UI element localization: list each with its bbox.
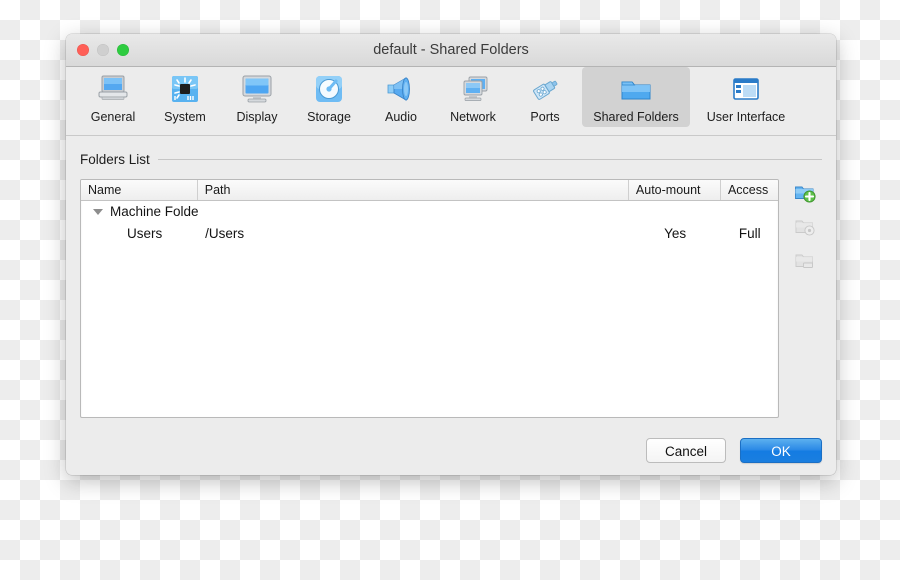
toolbar-item-display[interactable]: Display bbox=[222, 67, 292, 127]
row-auto-mount-cell: Yes bbox=[664, 226, 687, 241]
row-access-cell bbox=[721, 201, 778, 223]
window-titlebar: default - Shared Folders bbox=[66, 34, 836, 67]
row-name-label: Machine Folders bbox=[110, 204, 198, 219]
folders-list-group-header: Folders List bbox=[80, 150, 822, 168]
monitor-icon bbox=[224, 72, 290, 106]
toolbar-item-network[interactable]: Network bbox=[438, 67, 508, 127]
toolbar-item-label: Audio bbox=[385, 110, 417, 124]
shared-folders-pane: Folders List Name Path Auto-mount Access… bbox=[66, 136, 836, 475]
toolbar-item-label: Storage bbox=[307, 110, 351, 124]
folder-action-buttons bbox=[788, 179, 822, 418]
table-row-users[interactable]: Users /Users Yes Full bbox=[81, 223, 778, 245]
row-name-cell: Machine Folders bbox=[81, 201, 198, 223]
table-header-row: Name Path Auto-mount Access bbox=[81, 180, 779, 201]
add-shared-folder-button[interactable] bbox=[793, 181, 817, 205]
laptop-icon bbox=[80, 72, 146, 106]
plug-icon bbox=[512, 72, 578, 106]
toolbar-item-storage[interactable]: Storage bbox=[294, 67, 364, 127]
window-layout-icon bbox=[694, 72, 798, 106]
speaker-icon bbox=[368, 72, 434, 106]
preferences-window: default - Shared Folders General System … bbox=[66, 34, 836, 475]
toolbar-item-label: Ports bbox=[530, 110, 560, 124]
folder-remove-icon bbox=[795, 254, 814, 268]
group-divider bbox=[157, 158, 822, 160]
toolbar-item-label: User Interface bbox=[706, 110, 786, 124]
column-header-access[interactable]: Access bbox=[721, 180, 778, 200]
chip-icon bbox=[152, 72, 218, 106]
window-title: default - Shared Folders bbox=[373, 42, 529, 58]
row-access-cell: Full bbox=[738, 226, 761, 241]
ok-button[interactable]: OK bbox=[740, 438, 822, 463]
toolbar-item-ports[interactable]: Ports bbox=[510, 67, 580, 127]
table-row-machine-folders[interactable]: Machine Folders bbox=[81, 201, 778, 223]
column-header-path[interactable]: Path bbox=[198, 180, 629, 200]
toolbar-item-label: Shared Folders bbox=[593, 110, 679, 124]
preferences-toolbar: General System Display Storage Audio Net… bbox=[66, 67, 836, 136]
toolbar-item-shared-folders[interactable]: Shared Folders bbox=[582, 67, 690, 127]
column-header-name[interactable]: Name bbox=[81, 180, 198, 200]
remove-shared-folder-button[interactable] bbox=[793, 249, 817, 273]
row-path-cell bbox=[198, 201, 629, 223]
toolbar-item-user-interface[interactable]: User Interface bbox=[692, 67, 800, 127]
toolbar-item-general[interactable]: General bbox=[78, 67, 148, 127]
folder-add-icon bbox=[795, 186, 816, 203]
network-monitors-icon bbox=[440, 72, 506, 106]
toolbar-item-label: System bbox=[164, 110, 206, 124]
edit-shared-folder-button[interactable] bbox=[793, 215, 817, 239]
toolbar-item-label: Network bbox=[450, 110, 496, 124]
toolbar-item-system[interactable]: System bbox=[150, 67, 220, 127]
group-title: Folders List bbox=[80, 151, 150, 167]
screenshot-canvas: default - Shared Folders General System … bbox=[0, 0, 900, 580]
folder-edit-icon bbox=[795, 220, 815, 236]
toolbar-item-label: General bbox=[90, 110, 136, 124]
folders-list-row: Name Path Auto-mount Access Machine Fold… bbox=[80, 179, 822, 418]
toolbar-item-label: Display bbox=[236, 110, 278, 124]
cancel-button[interactable]: Cancel bbox=[646, 438, 726, 463]
folders-table[interactable]: Name Path Auto-mount Access Machine Fold… bbox=[80, 179, 780, 418]
row-path-cell: /Users bbox=[205, 226, 245, 241]
row-name-cell: Users bbox=[127, 226, 163, 241]
dialog-footer: Cancel OK bbox=[646, 438, 822, 463]
column-header-auto-mount[interactable]: Auto-mount bbox=[629, 180, 721, 200]
disclosure-triangle-expanded-icon[interactable] bbox=[93, 209, 103, 215]
hard-disk-icon bbox=[296, 72, 362, 106]
folder-icon bbox=[584, 72, 688, 106]
row-auto-mount-cell bbox=[629, 201, 721, 223]
toolbar-item-audio[interactable]: Audio bbox=[366, 67, 436, 127]
